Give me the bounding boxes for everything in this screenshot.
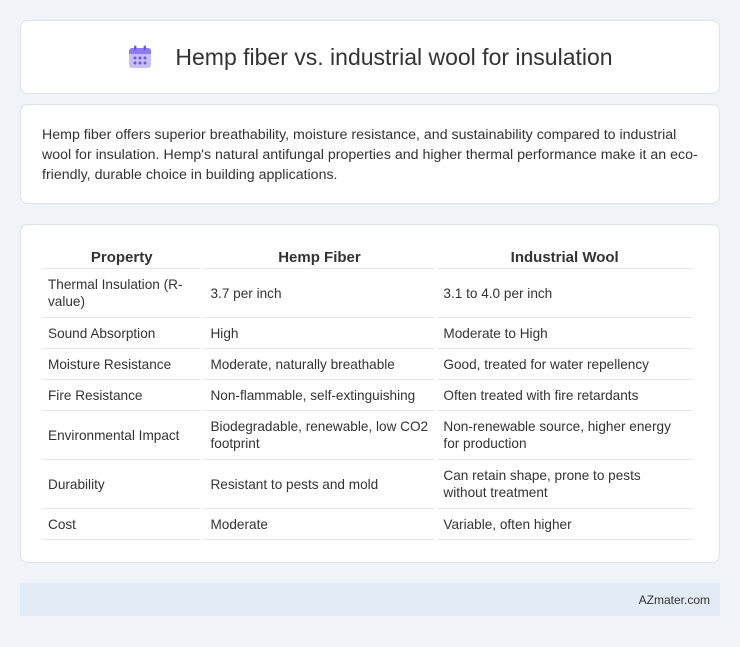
hemp-cell: Resistant to pests and mold <box>204 460 435 509</box>
hemp-cell: High <box>204 318 435 349</box>
wool-cell: Good, treated for water repellency <box>437 349 692 380</box>
property-cell: Environmental Impact <box>42 411 202 460</box>
table-row: Fire Resistance Non-flammable, self-exti… <box>42 380 692 411</box>
comparison-table-card: Property Hemp Fiber Industrial Wool Ther… <box>20 224 720 563</box>
table-row: Thermal Insulation (R-value) 3.7 per inc… <box>42 269 692 318</box>
title-card: Hemp fiber vs. industrial wool for insul… <box>20 20 720 94</box>
property-cell: Cost <box>42 509 202 540</box>
header-property: Property <box>42 245 202 269</box>
page-title: Hemp fiber vs. industrial wool for insul… <box>175 43 613 70</box>
header-industrial-wool: Industrial Wool <box>437 245 692 269</box>
calendar-icon <box>127 44 153 70</box>
property-cell: Durability <box>42 460 202 509</box>
wool-cell: Variable, often higher <box>437 509 692 540</box>
property-cell: Thermal Insulation (R-value) <box>42 269 202 318</box>
hemp-cell: Non-flammable, self-extinguishing <box>204 380 435 411</box>
hemp-cell: 3.7 per inch <box>204 269 435 318</box>
footer-site-link[interactable]: AZmater.com <box>639 593 710 607</box>
hemp-cell: Biodegradable, renewable, low CO2 footpr… <box>204 411 435 460</box>
table-row: Moisture Resistance Moderate, naturally … <box>42 349 692 380</box>
property-cell: Sound Absorption <box>42 318 202 349</box>
property-cell: Fire Resistance <box>42 380 202 411</box>
summary-card: Hemp fiber offers superior breathability… <box>20 104 720 204</box>
table-row: Environmental Impact Biodegradable, rene… <box>42 411 692 460</box>
hemp-cell: Moderate <box>204 509 435 540</box>
comparison-table: Property Hemp Fiber Industrial Wool Ther… <box>39 245 695 540</box>
table-row: Durability Resistant to pests and mold C… <box>42 460 692 509</box>
table-header-row: Property Hemp Fiber Industrial Wool <box>42 245 692 269</box>
property-cell: Moisture Resistance <box>42 349 202 380</box>
table-row: Cost Moderate Variable, often higher <box>42 509 692 540</box>
wool-cell: Non-renewable source, higher energy for … <box>437 411 692 460</box>
header-hemp-fiber: Hemp Fiber <box>204 245 435 269</box>
summary-text: Hemp fiber offers superior breathability… <box>42 127 698 183</box>
hemp-cell: Moderate, naturally breathable <box>204 349 435 380</box>
table-row: Sound Absorption High Moderate to High <box>42 318 692 349</box>
wool-cell: Moderate to High <box>437 318 692 349</box>
footer: AZmater.com <box>20 583 720 616</box>
wool-cell: 3.1 to 4.0 per inch <box>437 269 692 318</box>
wool-cell: Often treated with fire retardants <box>437 380 692 411</box>
wool-cell: Can retain shape, prone to pests without… <box>437 460 692 509</box>
